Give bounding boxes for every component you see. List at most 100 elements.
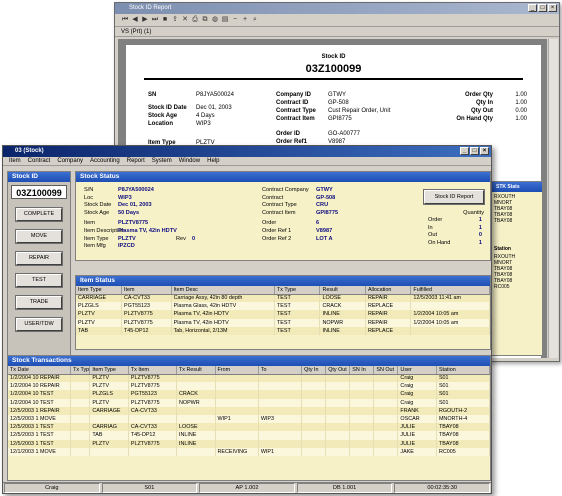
repair-button[interactable]: REPAIR — [15, 251, 63, 266]
print-icon[interactable]: ⎙ — [191, 16, 199, 24]
menu-item-item[interactable]: Item — [9, 157, 21, 165]
table-cell — [410, 326, 490, 335]
column-header[interactable]: Fulfilled — [410, 286, 490, 295]
page-setup-icon[interactable]: ▤ — [221, 16, 229, 24]
menu-item-contract[interactable]: Contract — [28, 157, 51, 165]
column-header[interactable]: Tx Type — [274, 286, 321, 295]
table-row[interactable]: CARRIAGE CA-CVT33 Carriage Assy, 42in 80 d… — [76, 294, 490, 303]
table-row[interactable]: 12/1/2003 1 MOVE RECEIVING WIP1 JAKE RC005 — [8, 447, 491, 456]
table-row[interactable]: 1/2/2004 10 REPAIR PLZTV PLZTV8775 Craig S01 — [8, 382, 491, 391]
column-header[interactable]: Item — [121, 286, 172, 295]
trade-button[interactable]: TRADE — [15, 295, 63, 310]
column-header[interactable]: Qty Out — [325, 366, 351, 375]
minimize-button[interactable]: _ — [528, 4, 537, 12]
zoom-out-icon[interactable]: − — [231, 16, 239, 24]
column-header[interactable]: From — [215, 366, 259, 375]
column-header[interactable]: SN Out — [373, 366, 399, 375]
table-cell: CA-CVT33 — [121, 294, 172, 303]
table-cell: CRACK — [176, 390, 216, 399]
column-header[interactable]: Tx Result — [176, 366, 216, 375]
move-button[interactable]: MOVE — [15, 229, 63, 244]
stock-status-panel: Stock Status S/N P8JYA500024 Loc WIP3 Stock … — [75, 171, 491, 261]
table-row[interactable]: PLZTV PLZTV8775 Plasma TV, 42in HDTV TEST IN… — [76, 310, 490, 319]
table-cell — [215, 398, 259, 407]
table-row[interactable]: 12/5/2003 1 MOVE WIP1 WIP3 OSCAR MNORTH-4 — [8, 414, 491, 424]
report-scrollbar[interactable] — [548, 39, 558, 358]
stop-icon[interactable]: ■ — [161, 16, 169, 24]
next-page-icon[interactable]: ▶ — [141, 16, 149, 24]
table-cell — [325, 406, 351, 415]
report-rule — [144, 78, 523, 80]
column-header[interactable]: Item Type — [89, 366, 129, 375]
table-cell — [258, 382, 303, 391]
column-header[interactable]: Tx Item — [128, 366, 178, 375]
table-cell — [301, 414, 327, 424]
table-cell — [349, 431, 375, 440]
report-tab[interactable]: VS (Prt) (1) — [115, 27, 559, 37]
user-tdw-button[interactable]: USER/TDW — [15, 317, 63, 332]
close-report-icon[interactable]: ✕ — [181, 16, 189, 24]
test-button[interactable]: TEST — [15, 273, 63, 288]
column-header[interactable]: Station — [436, 366, 491, 375]
table-cell: JULIE — [397, 431, 437, 440]
table-cell: PLZTV8775 — [121, 310, 172, 319]
first-page-icon[interactable]: ⏮ — [121, 16, 129, 24]
globe-icon[interactable]: ◍ — [211, 16, 219, 24]
menu-item-system[interactable]: System — [152, 157, 172, 165]
menu-item-help[interactable]: Help — [207, 157, 219, 165]
column-header[interactable]: Item Type — [76, 286, 122, 295]
menu-item-window[interactable]: Window — [179, 157, 200, 165]
menu-item-accounting[interactable]: Accounting — [90, 157, 120, 165]
column-header[interactable]: Qty In — [301, 366, 327, 375]
column-header[interactable]: Allocation — [365, 286, 412, 295]
column-header[interactable]: Tx Type — [70, 366, 91, 375]
table-row[interactable]: 12/5/2003 1 TEST PLZTV PLZTV8775 INLINE JULI… — [8, 439, 491, 448]
table-cell: 1/2/2004 10:05 am — [410, 310, 490, 319]
menu-item-report[interactable]: Report — [127, 157, 145, 165]
table-row[interactable]: 1/2/2004 10 TEST PLZGLS PGT55123 CRACK Craig… — [8, 390, 491, 399]
column-header[interactable]: To — [258, 366, 303, 375]
close-button[interactable]: × — [480, 147, 489, 155]
table-row[interactable]: 12/5/2003 1 REPAIR CARRIAGE CA-CVT33 FRANK R… — [8, 406, 491, 415]
table-row[interactable]: 12/5/2003 1 TEST TAB T45-DP12 INLINE JULIE TB… — [8, 431, 491, 440]
table-cell: PGT55123 — [128, 390, 178, 399]
table-row[interactable]: PLZTV PLZTV8775 Plasma TV, 42in HDTV TEST NO… — [76, 318, 490, 327]
table-row[interactable]: TAB T45-DP12 Tab, Horizontal, 2/13M TEST INL… — [76, 326, 490, 335]
stock-id-field[interactable]: 03Z100099 — [11, 185, 67, 199]
item-status-table: Item Type Item Item Desc Tx Type Result Alloc… — [76, 286, 490, 335]
table-cell — [176, 414, 216, 424]
table-cell: 12/5/2003 1 TEST — [8, 431, 72, 440]
rev-value: 0 — [192, 235, 196, 242]
minimize-button[interactable]: _ — [460, 147, 469, 155]
table-row[interactable]: 12/5/2003 1 TEST CARRIAG CA-CVT33 LOOSE JULI… — [8, 423, 491, 432]
export-icon[interactable]: ⇪ — [171, 16, 179, 24]
maximize-button[interactable]: □ — [538, 4, 547, 12]
table-cell: Craig — [397, 382, 437, 391]
table-row[interactable]: PLZGLS PGT55123 Plasma Glass, 42in HDTV TES… — [76, 302, 490, 311]
maximize-button[interactable]: □ — [470, 147, 479, 155]
column-header[interactable]: Tx Date — [8, 366, 72, 375]
table-cell: CARRIAG — [89, 423, 129, 432]
table-row[interactable]: 1/2/2004 10 REPAIR PLZTV PLZTV8775 Craig S01 — [8, 374, 491, 383]
zoom-in-icon[interactable]: + — [241, 16, 249, 24]
column-header[interactable]: SN In — [349, 366, 375, 375]
table-row[interactable]: 1/2/2004 10 TEST PLZTV PLZTV8775 NOPWR Craig… — [8, 398, 491, 407]
copy-icon[interactable]: ⧉ — [201, 16, 209, 24]
search-icon[interactable]: ⌕ — [251, 16, 259, 24]
complete-button[interactable]: COMPLETE — [15, 207, 63, 222]
menu-item-company[interactable]: Company — [57, 157, 83, 165]
close-button[interactable]: × — [548, 4, 557, 12]
last-page-icon[interactable]: ⏭ — [151, 16, 159, 24]
column-header[interactable]: Result — [319, 286, 366, 295]
main-window: 03 (Stock) _ □ × Item Contract Company Acco… — [2, 145, 492, 494]
prev-page-icon[interactable]: ◀ — [131, 16, 139, 24]
table-cell: TEST — [274, 294, 321, 303]
column-header[interactable]: Item Desc — [171, 286, 275, 295]
status-value: PLZTV8775 — [118, 220, 149, 227]
table-cell: TEST — [274, 310, 321, 319]
status-bar: Craig S01 AP 1.002 DB 1.001 00:02:35:30 — [3, 482, 491, 493]
table-cell: NOPWR — [176, 398, 216, 407]
stock-id-report-button[interactable]: Stock ID Report — [423, 189, 485, 205]
menu-bar: Item Contract Company Accounting Report Syste… — [3, 157, 491, 166]
column-header[interactable]: User — [397, 366, 437, 375]
